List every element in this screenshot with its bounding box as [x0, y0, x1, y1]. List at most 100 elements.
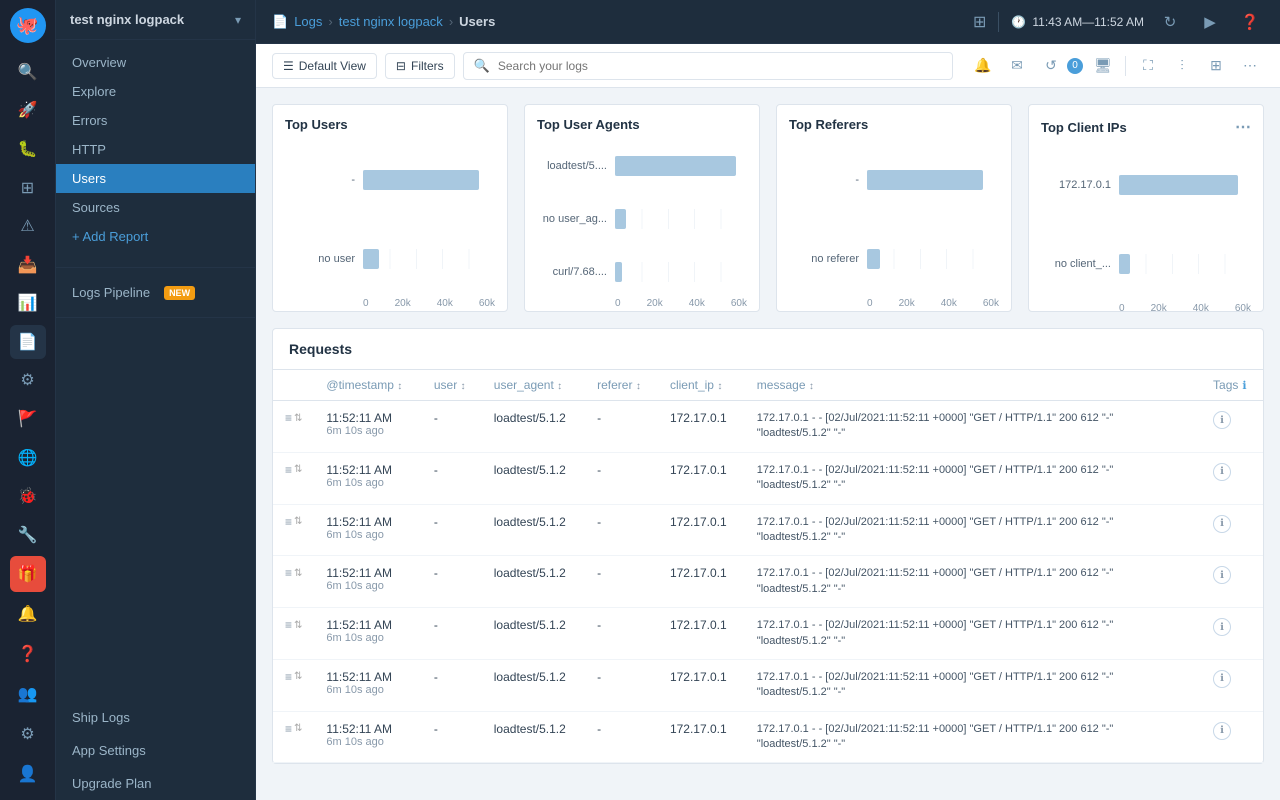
sidebar-item-overview-label: Overview	[72, 55, 126, 70]
requests-header: Requests	[273, 329, 1263, 370]
tag-info-icon[interactable]: ℹ	[1213, 670, 1231, 688]
sidebar-item-users-label: Users	[72, 171, 106, 186]
sidebar-item-app-settings[interactable]: App Settings	[56, 734, 255, 767]
help-icon[interactable]: ❓	[10, 636, 46, 672]
row-expand-icon[interactable]: ≡	[285, 618, 292, 632]
sidebar-item-pipeline[interactable]: Logs Pipeline NEW	[56, 276, 255, 309]
profile-icon[interactable]: 👤	[10, 756, 46, 792]
row-expand-icon[interactable]: ≡	[285, 411, 292, 425]
tag-info-icon[interactable]: ℹ	[1213, 722, 1231, 740]
sidebar-item-users[interactable]: Users	[56, 164, 255, 193]
breadcrumb-logpack[interactable]: test nginx logpack	[339, 14, 443, 29]
table-col-referer[interactable]: referer ↕	[585, 370, 658, 401]
time-range[interactable]: 🕐 11:43 AM—11:52 AM	[1011, 15, 1144, 29]
bar-fill	[615, 209, 626, 229]
message-value: 172.17.0.1 - - [02/Jul/2021:11:52:11 +00…	[757, 670, 1157, 701]
breadcrumb-logs[interactable]: Logs	[294, 14, 322, 29]
alert-bell-icon[interactable]: 🔔	[969, 52, 997, 80]
notification-badge: 0	[1067, 58, 1083, 74]
tools-icon[interactable]: 🔧	[10, 518, 46, 553]
more-icon[interactable]: ⋯	[1236, 52, 1264, 80]
expand-icon[interactable]: ⛶	[1134, 52, 1162, 80]
tag-info-icon[interactable]: ℹ	[1213, 463, 1231, 481]
debug-icon[interactable]: 🐞	[10, 479, 46, 514]
table-icon[interactable]: ⊞	[1202, 52, 1230, 80]
help-circle-icon[interactable]: ❓	[1236, 8, 1264, 36]
table-col-tags[interactable]: Tags ℹ	[1201, 370, 1263, 401]
row-expand-icon[interactable]: ≡	[285, 722, 292, 736]
sidebar-item-explore[interactable]: Explore	[56, 77, 255, 106]
bar-row: loadtest/5....	[537, 156, 747, 176]
sidebar-item-ship-logs[interactable]: Ship Logs	[56, 701, 255, 734]
chart-icon[interactable]: 📊	[10, 286, 46, 321]
tag-info-icon[interactable]: ℹ	[1213, 618, 1231, 636]
screen-icon[interactable]: 🖥	[1089, 52, 1117, 80]
table-col-client-ip[interactable]: client_ip ↕	[658, 370, 745, 401]
chart-more-icon[interactable]: ⋯	[1235, 117, 1251, 137]
row-sort-icon: ⇅	[294, 568, 302, 579]
app-logo[interactable]: 🐙	[10, 8, 46, 43]
topbar: 📄 Logs › test nginx logpack › Users ⊞ 🕐 …	[256, 0, 1280, 44]
row-expand-icon[interactable]: ≡	[285, 463, 292, 477]
gift-icon[interactable]: 🎁	[10, 556, 46, 592]
sidebar-header[interactable]: test nginx logpack ▾	[56, 0, 255, 40]
filters-button[interactable]: ⊟ Filters	[385, 53, 455, 79]
row-expand-icon[interactable]: ≡	[285, 670, 292, 684]
search-input[interactable]	[498, 59, 942, 73]
sidebar-item-sources[interactable]: Sources	[56, 193, 255, 222]
reload-icon[interactable]: ↺	[1037, 52, 1065, 80]
timestamp-cell: 11:52:11 AM 6m 10s ago	[314, 452, 421, 504]
globe-icon[interactable]: 🌐	[10, 440, 46, 475]
alert-icon[interactable]: ⚠	[10, 209, 46, 244]
top-client-ips-bars: 172.17.0.1 no client_...	[1041, 149, 1251, 299]
row-expand-icon[interactable]: ≡	[285, 566, 292, 580]
bar-label: -	[789, 174, 859, 186]
mail-icon[interactable]: ✉	[1003, 52, 1031, 80]
table-col-message[interactable]: message ↕	[745, 370, 1201, 401]
user-value: -	[434, 566, 438, 580]
play-icon[interactable]: ▶	[1196, 8, 1224, 36]
settings-icon[interactable]: ⚙	[10, 363, 46, 398]
table-col-timestamp[interactable]: @timestamp ↕	[314, 370, 421, 401]
inbox-icon[interactable]: 📥	[10, 247, 46, 282]
tag-info-icon[interactable]: ℹ	[1213, 566, 1231, 584]
sidebar-item-overview[interactable]: Overview	[56, 48, 255, 77]
breadcrumb-sep-2: ›	[449, 14, 453, 29]
add-report-button[interactable]: + Add Report	[56, 222, 255, 251]
table-header: @timestamp ↕ user ↕ user_agent ↕	[273, 370, 1263, 401]
timestamp-value: 11:52:11 AM	[326, 411, 409, 425]
user-cell: -	[422, 401, 482, 453]
tag-info-icon[interactable]: ℹ	[1213, 411, 1231, 429]
row-expand-icon[interactable]: ≡	[285, 515, 292, 529]
gear-icon[interactable]: ⚙	[10, 716, 46, 752]
default-view-button[interactable]: ☰ Default View	[272, 53, 377, 79]
docs-icon[interactable]: 📄	[10, 325, 46, 360]
bell-icon[interactable]: 🔔	[10, 596, 46, 632]
sidebar-chevron-icon: ▾	[235, 13, 241, 27]
dashboard-icon[interactable]: ⊞	[973, 12, 986, 32]
sidebar-item-errors[interactable]: Errors	[56, 106, 255, 135]
sidebar-footer: Ship Logs App Settings Upgrade Plan	[56, 701, 255, 800]
search-icon: 🔍	[474, 58, 490, 74]
tag-info-icon[interactable]: ℹ	[1213, 515, 1231, 533]
rocket-icon[interactable]: 🚀	[10, 93, 46, 128]
sidebar-item-http[interactable]: HTTP	[56, 135, 255, 164]
grid-icon[interactable]: ⊞	[10, 170, 46, 205]
refresh-icon[interactable]: ↻	[1156, 8, 1184, 36]
team-icon[interactable]: 👥	[10, 676, 46, 712]
sidebar: test nginx logpack ▾ Overview Explore Er…	[56, 0, 256, 800]
sidebar-item-upgrade-plan[interactable]: Upgrade Plan	[56, 767, 255, 800]
table-wrapper: @timestamp ↕ user ↕ user_agent ↕	[273, 370, 1263, 763]
breadcrumb: 📄 Logs › test nginx logpack › Users	[272, 14, 495, 30]
table-col-user-agent[interactable]: user_agent ↕	[482, 370, 585, 401]
chart-top-users-area: - no user 0	[285, 144, 495, 294]
tags-cell: ℹ	[1201, 504, 1263, 556]
flag-icon[interactable]: 🚩	[10, 402, 46, 437]
columns-icon[interactable]: ⫶	[1168, 52, 1196, 80]
user-cell: -	[422, 556, 482, 608]
notification-area: ↺ 0	[1037, 52, 1083, 80]
bug-icon[interactable]: 🐛	[10, 132, 46, 167]
search-icon[interactable]: 🔍	[10, 55, 46, 90]
table-col-user[interactable]: user ↕	[422, 370, 482, 401]
timestamp-value: 11:52:11 AM	[326, 566, 409, 580]
